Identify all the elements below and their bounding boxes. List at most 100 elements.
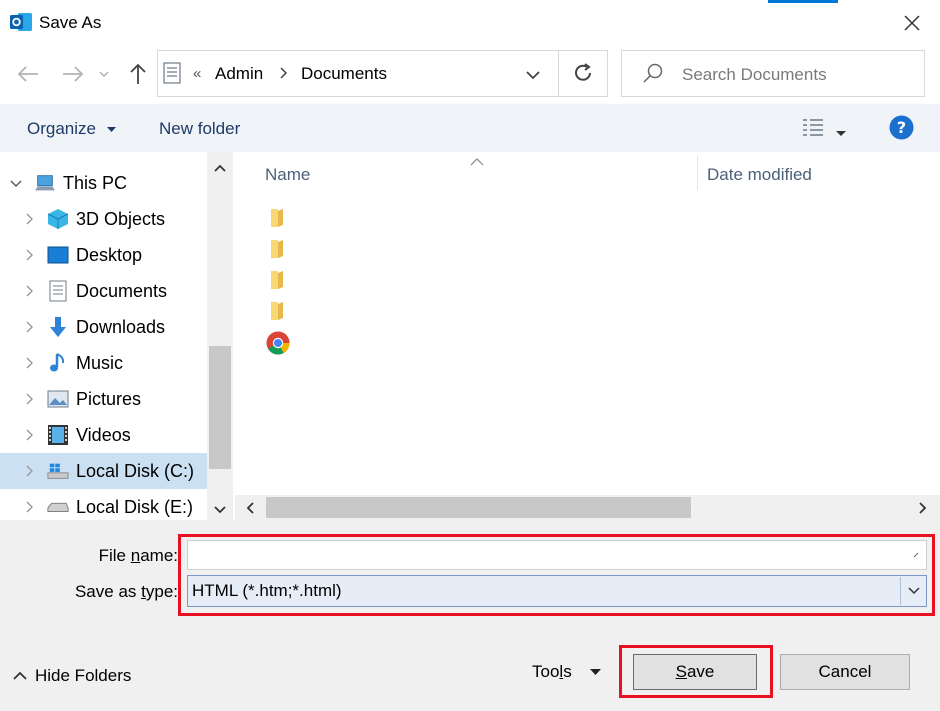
tree-item-documents[interactable]: Documents [0, 273, 207, 309]
chevron-right-icon [26, 249, 33, 261]
file-row[interactable] [268, 239, 286, 264]
highlight-box-save [619, 645, 773, 698]
scroll-right-icon[interactable] [918, 501, 928, 520]
chevron-down-icon [99, 71, 109, 78]
folder-icon [271, 240, 283, 258]
close-button[interactable] [896, 8, 928, 38]
tree-item-pictures[interactable]: Pictures [0, 381, 207, 417]
folder-icon [271, 302, 283, 320]
music-note-icon [47, 352, 69, 374]
tree-item-local-disk-c[interactable]: Local Disk (C:) [0, 453, 207, 489]
tree-item-label: 3D Objects [76, 208, 166, 229]
chevron-down-icon [10, 180, 22, 187]
file-row[interactable] [268, 301, 286, 326]
file-row[interactable] [266, 331, 290, 360]
chevron-up-icon [13, 671, 27, 680]
address-overflow[interactable]: « [193, 65, 201, 82]
organize-button[interactable]: Organize [27, 119, 116, 139]
tree-item-this-pc[interactable]: This PC [0, 165, 207, 201]
help-icon: ? [889, 115, 914, 140]
view-options-button[interactable] [802, 117, 824, 142]
file-list[interactable] [233, 152, 940, 520]
document-icon [47, 280, 69, 302]
breadcrumb-documents[interactable]: Documents [301, 64, 387, 84]
tree-item-label: Desktop [76, 244, 143, 265]
outlook-icon [9, 10, 33, 34]
tree-item-label: Local Disk (C:) [76, 460, 195, 481]
chevron-right-icon [26, 285, 33, 297]
folder-icon [271, 271, 283, 289]
view-dropdown-icon[interactable] [836, 124, 846, 142]
up-button[interactable] [124, 60, 152, 88]
forward-button[interactable] [59, 60, 87, 88]
navigation-scroll-thumb[interactable] [209, 346, 231, 469]
search-icon [642, 62, 664, 89]
organize-label: Organize [27, 119, 96, 138]
file-row[interactable] [268, 208, 286, 233]
breadcrumb-admin[interactable]: Admin [215, 64, 263, 84]
chevron-right-icon [26, 393, 33, 405]
tree-item-desktop[interactable]: Desktop [0, 237, 207, 273]
details-view-icon [803, 119, 823, 136]
recent-locations-button[interactable] [94, 60, 114, 88]
desktop-icon [47, 244, 69, 266]
tree-item-downloads[interactable]: Downloads [0, 309, 207, 345]
refresh-button[interactable] [572, 62, 594, 89]
scroll-left-icon[interactable] [245, 501, 255, 520]
folder-icon [271, 209, 283, 227]
tree-item-label: Downloads [76, 316, 166, 337]
help-button[interactable]: ? [889, 115, 914, 145]
window-title: Save As [39, 13, 102, 32]
cube-icon [47, 208, 69, 230]
scroll-up-icon[interactable] [213, 160, 227, 178]
background-window-strip [768, 0, 838, 3]
command-toolbar [0, 104, 940, 152]
title-bar [0, 0, 940, 46]
drive-icon [47, 496, 69, 518]
tools-button[interactable]: Tools [532, 662, 602, 682]
tree-item-label: Music [76, 352, 124, 373]
picture-icon [47, 388, 69, 410]
chevron-right-icon [26, 321, 33, 333]
hide-folders-label: Hide Folders [35, 666, 132, 685]
chevron-right-icon [26, 357, 33, 369]
tree-item-3d-objects[interactable]: 3D Objects [0, 201, 207, 237]
download-arrow-icon [47, 316, 69, 338]
column-header-date-modified[interactable]: Date modified [707, 165, 812, 185]
chevron-right-icon [26, 429, 33, 441]
caret-down-icon [590, 669, 602, 676]
tree-item-label: Documents [76, 280, 168, 301]
breadcrumb-separator-icon [279, 66, 289, 85]
cancel-button[interactable]: Cancel [780, 654, 910, 690]
address-divider [558, 50, 559, 97]
chevron-right-icon [26, 501, 33, 513]
caret-down-icon [106, 126, 116, 132]
file-name-label: File name: [98, 546, 178, 565]
scroll-down-icon[interactable] [213, 502, 227, 520]
horizontal-scroll-thumb[interactable] [266, 497, 691, 518]
column-separator[interactable] [697, 156, 698, 190]
svg-text:?: ? [897, 118, 906, 137]
address-document-icon [163, 62, 181, 89]
tree-item-music[interactable]: Music [0, 345, 207, 381]
hide-folders-button[interactable]: Hide Folders [13, 666, 131, 686]
refresh-icon [575, 63, 591, 81]
file-row[interactable] [268, 270, 286, 295]
column-header-name[interactable]: Name [265, 165, 310, 185]
tree-item-videos[interactable]: Videos [0, 417, 207, 453]
chevron-right-icon [26, 465, 33, 477]
save-as-type-label: Save as type: [74, 582, 178, 601]
arrow-left-icon [17, 66, 38, 82]
close-icon [904, 15, 920, 31]
sort-ascending-icon [470, 153, 484, 171]
tree-item-label: Local Disk (E:) [76, 496, 194, 517]
new-folder-button[interactable]: New folder [159, 119, 240, 139]
film-icon [47, 424, 69, 446]
tree-item-label: Pictures [76, 388, 142, 409]
chevron-right-icon [26, 213, 33, 225]
search-placeholder: Search Documents [682, 65, 827, 84]
arrow-up-icon [130, 63, 146, 84]
back-button[interactable] [14, 60, 42, 88]
computer-icon [34, 172, 56, 194]
address-dropdown-icon[interactable] [525, 68, 541, 86]
